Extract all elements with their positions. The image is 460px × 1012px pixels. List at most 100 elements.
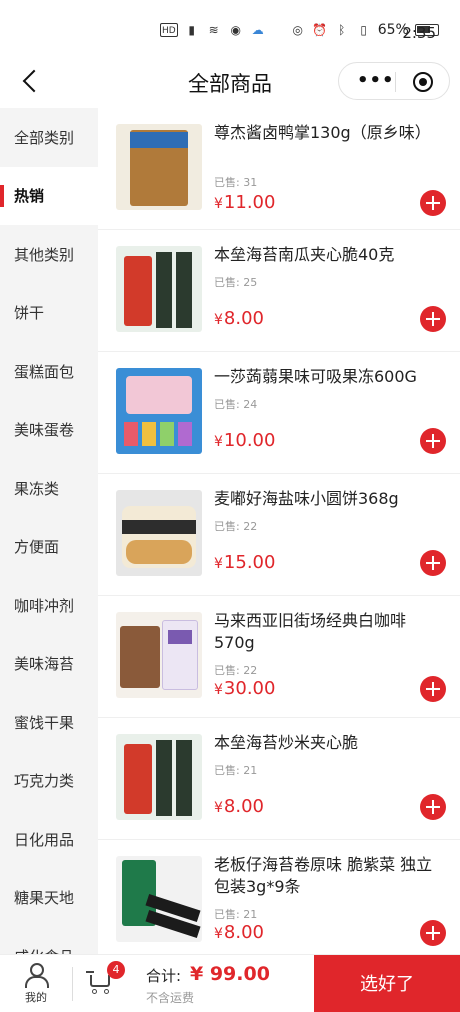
currency-symbol: ¥ [214, 434, 223, 450]
cart-basket [90, 975, 110, 987]
add-to-cart-button[interactable] [420, 306, 446, 332]
sidebar-item-seaweed[interactable]: 美味海苔 [0, 635, 98, 694]
sidebar-item-chocolate[interactable]: 巧克力类 [0, 752, 98, 811]
sidebar-item-noodles[interactable]: 方便面 [0, 518, 98, 577]
sidebar-item-egg-rolls[interactable]: 美味蛋卷 [0, 401, 98, 460]
status-bar: HD ▮ ≋ ◉ ☁ ◎ ⏰ ᛒ ▯ 65% 2:35 [0, 0, 460, 58]
product-image[interactable] [116, 368, 202, 454]
product-sold: 已售: 22 [214, 664, 258, 677]
bottom-bar: 我的 4 合计: ¥ 99.00 不含运费 选好了 [0, 954, 460, 1012]
category-sidebar: 全部类别 热销 其他类别 饼干 蛋糕面包 美味蛋卷 果冻类 方便面 咖啡冲剂 美… [0, 108, 98, 954]
cart-wheel [92, 989, 97, 994]
currency-symbol: ¥ [214, 682, 223, 698]
mine-label: 我的 [25, 991, 47, 1004]
product-price: ¥30.00 [214, 678, 275, 699]
product-image[interactable] [116, 734, 202, 820]
add-to-cart-button[interactable] [420, 550, 446, 576]
eye-icon: ◎ [292, 23, 303, 37]
cart-handle [86, 971, 94, 973]
price-value: 8.00 [223, 796, 264, 817]
product-price: ¥8.00 [214, 796, 264, 817]
mini-program-capsule: ••• [338, 62, 450, 100]
price-value: 11.00 [223, 192, 276, 213]
bottom-divider [72, 967, 73, 1001]
checkout-button[interactable]: 选好了 [314, 955, 460, 1012]
price-value: 10.00 [223, 430, 276, 451]
product-price: ¥8.00 [214, 922, 264, 943]
currency-symbol: ¥ [214, 926, 223, 942]
product-name[interactable]: 一莎蒟蒻果味可吸果冻600G [214, 366, 440, 388]
currency-symbol: ¥ [214, 556, 223, 572]
nav-bar: 全部商品 ••• [0, 58, 460, 108]
product-card[interactable]: 一莎蒟蒻果味可吸果冻600G 已售: 24 ¥10.00 [98, 352, 460, 474]
product-image[interactable] [116, 856, 202, 942]
product-sold: 已售: 31 [214, 176, 258, 189]
product-name[interactable]: 尊杰酱卤鸭掌130g（原乡味） [214, 122, 440, 144]
sidebar-item-hot[interactable]: 热销 [0, 166, 98, 225]
product-name[interactable]: 麦嘟好海盐味小圆饼368g [214, 488, 440, 510]
sidebar-item-coffee[interactable]: 咖啡冲剂 [0, 576, 98, 635]
product-card[interactable]: 本垒海苔南瓜夹心脆40克 已售: 25 ¥8.00 [98, 230, 460, 352]
total-value: ¥ 99.00 [190, 963, 270, 985]
cart-wheel [104, 989, 109, 994]
nfc-icon: ◉ [230, 23, 241, 37]
add-to-cart-button[interactable] [420, 676, 446, 702]
sidebar-item-all[interactable]: 全部类别 [0, 108, 98, 167]
product-image[interactable] [116, 490, 202, 576]
price-value: 30.00 [223, 678, 276, 699]
product-sold: 已售: 22 [214, 520, 258, 533]
product-price: ¥15.00 [214, 552, 275, 573]
add-to-cart-button[interactable] [420, 190, 446, 216]
sidebar-item-daily-goods[interactable]: 日化用品 [0, 810, 98, 869]
product-name[interactable]: 本垒海苔南瓜夹心脆40克 [214, 244, 440, 266]
currency-symbol: ¥ [214, 800, 223, 816]
product-card[interactable]: 尊杰酱卤鸭掌130g（原乡味） 已售: 31 ¥11.00 [98, 108, 460, 230]
currency-symbol: ¥ [214, 196, 223, 212]
product-card[interactable]: 本垒海苔炒米夹心脆 已售: 21 ¥8.00 [98, 718, 460, 840]
product-card[interactable]: 麦嘟好海盐味小圆饼368g 已售: 22 ¥15.00 [98, 474, 460, 596]
product-sold: 已售: 21 [214, 764, 258, 777]
status-icons: HD ▮ ≋ ◉ ☁ ◎ ⏰ ᛒ ▯ 65% [160, 22, 439, 38]
bluetooth-icon: ᛒ [338, 23, 346, 37]
sidebar-item-jelly[interactable]: 果冻类 [0, 459, 98, 518]
mine-button[interactable]: 我的 [14, 963, 58, 1009]
product-name[interactable]: 本垒海苔炒米夹心脆 [214, 732, 440, 754]
sidebar-item-cakes[interactable]: 蛋糕面包 [0, 342, 98, 401]
shipping-note: 不含运费 [146, 991, 195, 1005]
product-card[interactable]: 老板仔海苔卷原味 脆紫菜 独立包装3g*9条 已售: 21 ¥8.00 [98, 840, 460, 954]
signal-icon: ▮ [188, 23, 195, 37]
sidebar-item-other[interactable]: 其他类别 [0, 225, 98, 284]
product-image[interactable] [116, 246, 202, 332]
capsule-divider [395, 72, 396, 92]
product-price: ¥8.00 [214, 308, 264, 329]
sidebar-item-dried-fruit[interactable]: 蜜饯干果 [0, 693, 98, 752]
product-image[interactable] [116, 124, 202, 210]
currency-symbol: ¥ [214, 312, 223, 328]
status-time: 2:35 [402, 24, 436, 42]
hd-label: HD [160, 23, 178, 37]
price-value: 8.00 [223, 922, 264, 943]
add-to-cart-button[interactable] [420, 794, 446, 820]
sidebar-item-salty-food[interactable]: 咸化食品 [0, 927, 98, 954]
vibrate-icon: ▯ [360, 23, 367, 37]
sidebar-item-biscuits[interactable]: 饼干 [0, 284, 98, 343]
product-price: ¥11.00 [214, 192, 275, 213]
close-target-icon[interactable] [413, 72, 433, 92]
product-name[interactable]: 马来西亚旧街场经典白咖啡570g [214, 610, 440, 654]
product-sold: 已售: 25 [214, 276, 258, 289]
user-icon [24, 963, 49, 988]
product-sold: 已售: 24 [214, 398, 258, 411]
add-to-cart-button[interactable] [420, 920, 446, 946]
alarm-icon: ⏰ [312, 23, 328, 37]
sidebar-item-candy[interactable]: 糖果天地 [0, 869, 98, 928]
price-value: 8.00 [223, 308, 264, 329]
more-icon[interactable]: ••• [357, 72, 395, 90]
product-list: 尊杰酱卤鸭掌130g（原乡味） 已售: 31 ¥11.00 本垒海苔南瓜夹心脆4… [98, 108, 460, 954]
add-to-cart-button[interactable] [420, 428, 446, 454]
price-value: 15.00 [223, 552, 276, 573]
total-label: 合计: [146, 967, 182, 985]
product-sold: 已售: 21 [214, 908, 258, 921]
product-card[interactable]: 马来西亚旧街场经典白咖啡570g 已售: 22 ¥30.00 [98, 596, 460, 718]
product-name[interactable]: 老板仔海苔卷原味 脆紫菜 独立包装3g*9条 [214, 854, 440, 898]
product-image[interactable] [116, 612, 202, 698]
